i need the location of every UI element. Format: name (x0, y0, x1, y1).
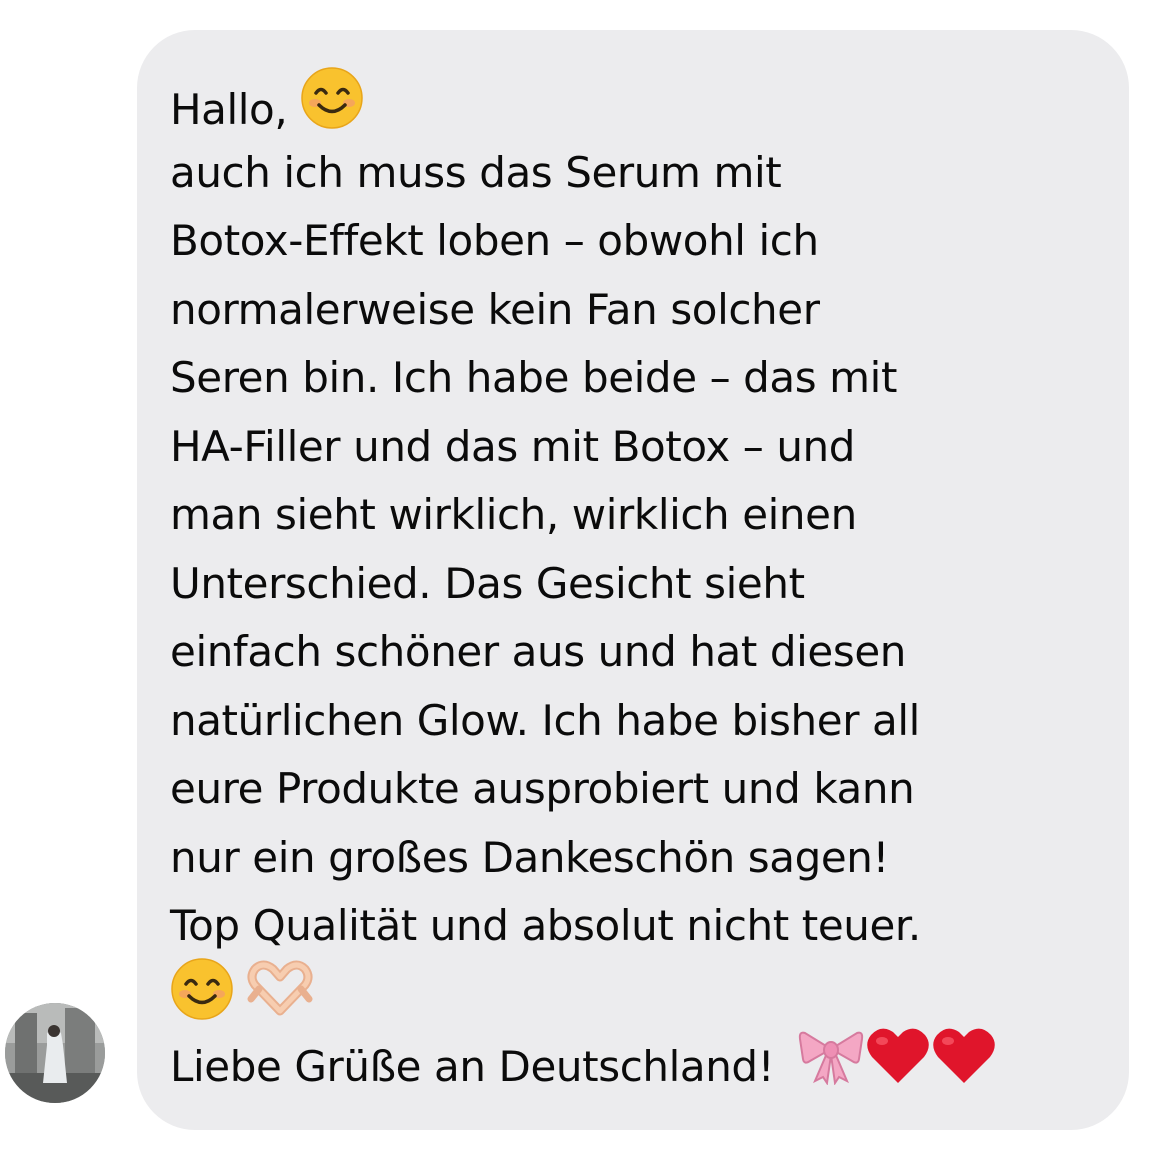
message-line: HA-Filler und das mit Botox – und (170, 421, 856, 471)
message-line: eure Produkte ausprobiert und kann (170, 764, 915, 813)
message-text: Hallo, auch ich muss das Serum mit Botox… (170, 67, 1120, 1098)
message-line-text: Liebe Grüße an Deutschland! (170, 1041, 775, 1091)
heart-hands-icon (247, 959, 313, 1040)
message-line-text: Hallo, (170, 84, 288, 134)
message-line: normalerweise kein Fan solcher (170, 284, 820, 334)
smiling-face-icon (170, 957, 234, 1042)
message-line: Botox-Effekt loben – obwohl ich (170, 216, 819, 265)
message-line: Top Qualität und absolut nicht teuer. (170, 901, 921, 950)
avatar-photo (5, 1003, 105, 1103)
red-heart-icon (931, 1025, 997, 1106)
message-line: Seren bin. Ich habe beide – das mit (170, 353, 898, 402)
message-line: Unterschied. Das Gesicht sieht (170, 558, 805, 608)
smiling-face-icon (300, 66, 364, 151)
message-line: nur ein großes Dankeschön sagen! (170, 832, 889, 882)
message-line: Hallo, (170, 67, 1120, 139)
message-line: einfach schöner aus und hat diesen (170, 627, 907, 676)
message-line-emojis (170, 957, 1120, 1030)
red-heart-icon (865, 1025, 931, 1106)
ribbon-icon (797, 1025, 865, 1106)
message-line: man sieht wirklich, wirklich einen (170, 490, 857, 539)
sender-avatar[interactable] (5, 1003, 105, 1103)
message-line: natürlichen Glow. Ich habe bisher all (170, 695, 920, 745)
message-line: Liebe Grüße an Deutschland! (170, 1028, 1120, 1098)
